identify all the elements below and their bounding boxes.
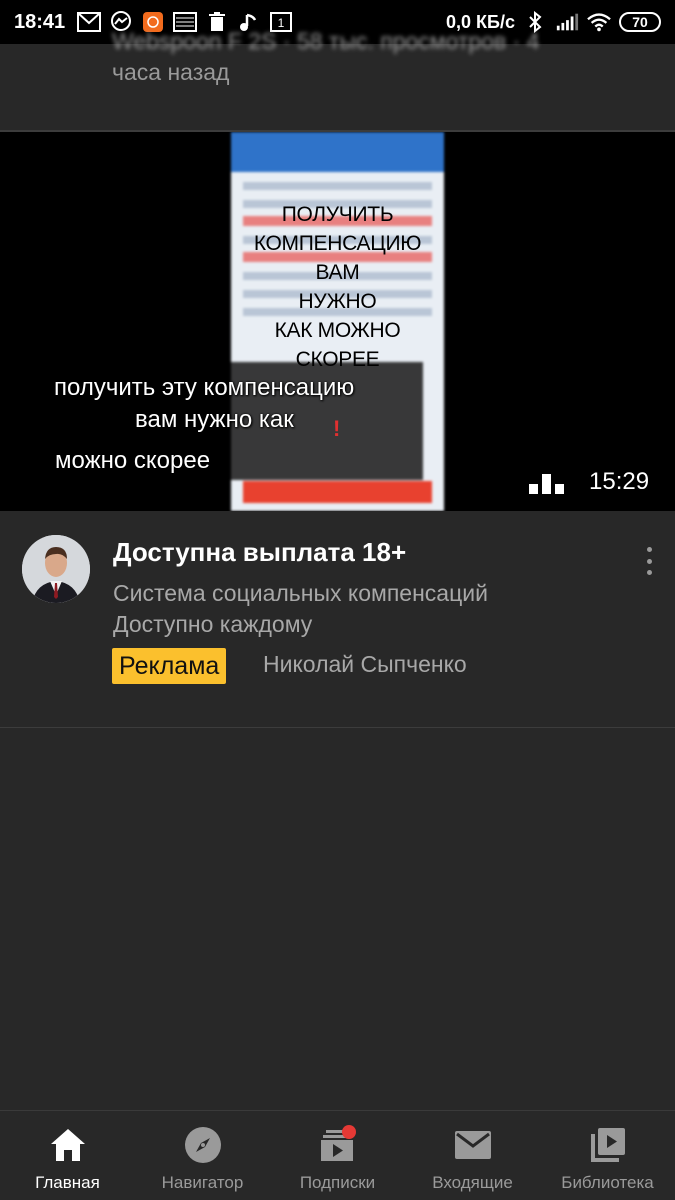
thumbnail-caption-line3: можно скорее — [55, 447, 211, 474]
nav-explore[interactable]: Навигатор — [135, 1111, 270, 1200]
overlay-line: СКОРЕЕ — [295, 348, 380, 371]
bottom-nav: Главная Навигатор Подписки Входящие Библ… — [0, 1110, 675, 1200]
overlay-line: НУЖНО — [298, 290, 377, 313]
thumbnail-caption-line1: получить эту компенсацию — [54, 374, 355, 401]
previous-video-meta[interactable]: Webspoon F 2S · 58 тыс. просмотров · 4 ч… — [112, 26, 632, 88]
nav-label: Подписки — [299, 1173, 376, 1192]
nav-label: Библиотека — [561, 1173, 654, 1192]
nav-subscriptions[interactable]: Подписки — [270, 1111, 405, 1200]
nav-library[interactable]: Библиотека — [540, 1111, 675, 1200]
library-icon — [588, 1125, 628, 1165]
nav-home[interactable]: Главная — [0, 1111, 135, 1200]
nav-label: Входящие — [432, 1173, 513, 1192]
previous-video-meta-line2: часа назад — [112, 59, 230, 85]
notification-dot — [341, 1125, 356, 1139]
status-time: 18:41 — [14, 10, 66, 33]
home-icon — [48, 1125, 88, 1165]
ad-badge: Реклама — [112, 648, 227, 684]
avatar[interactable] — [22, 535, 90, 603]
nav-label: Навигатор — [161, 1173, 244, 1192]
thumbnail-caption-line2: вам нужно как — [135, 406, 294, 433]
mail-icon — [453, 1125, 493, 1165]
more-options-icon[interactable] — [640, 545, 658, 577]
exclamation-icon: ! — [333, 416, 341, 441]
ad-title[interactable]: Доступна выплата 18+ — [113, 537, 406, 568]
overlay-line: КАК МОЖНО — [274, 319, 401, 342]
overlay-line: ПОЛУЧИТЬ — [281, 203, 394, 226]
nav-inbox[interactable]: Входящие — [405, 1111, 540, 1200]
compass-icon — [183, 1125, 223, 1165]
nav-label: Главная — [35, 1173, 100, 1192]
ad-description-line2: Доступно каждому — [113, 611, 313, 637]
divider — [0, 727, 675, 728]
gmail-icon — [77, 11, 102, 33]
video-duration: 15:29 — [589, 468, 650, 495]
ad-author: Николай Сыпченко — [263, 651, 467, 677]
overlay-line: ВАМ — [315, 261, 360, 284]
subscriptions-icon — [318, 1125, 358, 1165]
thumbnail-overlay-text: ПОЛУЧИТЬ КОМПЕНСАЦИЮ ВАМ НУЖНО КАК МОЖНО… — [231, 200, 444, 374]
overlay-line: КОМПЕНСАЦИЮ — [253, 232, 422, 255]
ad-description-line1: Система социальных компенсаций — [113, 580, 488, 606]
ad-indicator-icon — [529, 474, 564, 494]
previous-video-meta-line1: Webspoon F 2S · 58 тыс. просмотров · 4 — [112, 28, 540, 54]
